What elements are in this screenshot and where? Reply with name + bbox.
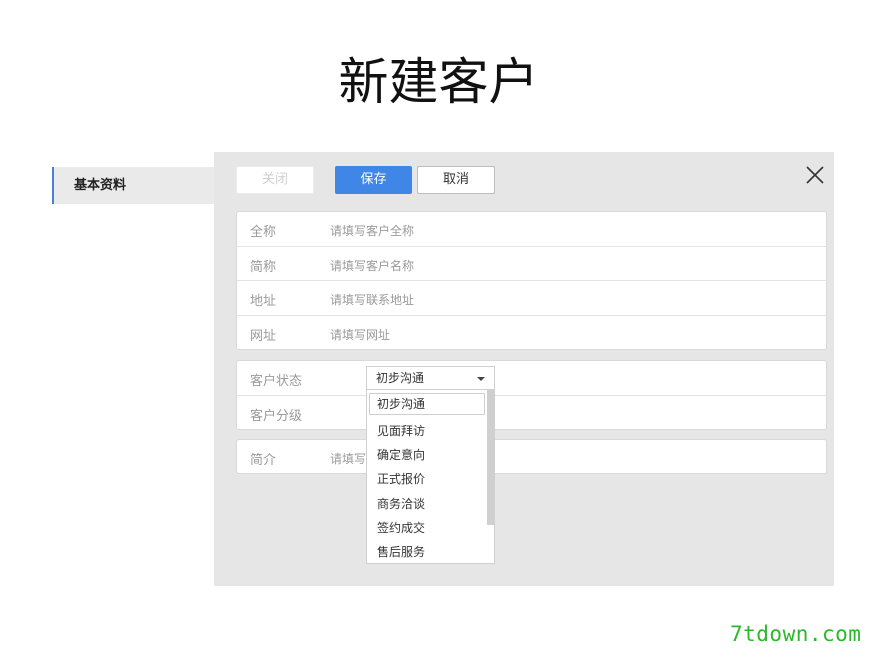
- close-icon[interactable]: [804, 164, 826, 186]
- field-row-website: 网址 请填写网址: [237, 316, 826, 351]
- basic-info-card: 全称 请填写客户全称 简称 请填写客户名称 地址 请填写联系地址 网址 请填写网…: [236, 211, 827, 350]
- website-input[interactable]: 请填写网址: [330, 326, 390, 343]
- caret-down-icon: [477, 377, 485, 381]
- grade-label: 客户分级: [250, 408, 303, 424]
- dropdown-scrollbar[interactable]: [487, 390, 494, 525]
- status-select-value: 初步沟通: [376, 371, 425, 385]
- fullname-input[interactable]: 请填写客户全称: [330, 222, 414, 239]
- dropdown-option[interactable]: 售后服务: [377, 543, 425, 560]
- dropdown-option[interactable]: 见面拜访: [377, 422, 425, 439]
- field-row-intro: 简介 请填写: [237, 440, 826, 475]
- intro-input[interactable]: 请填写: [330, 450, 366, 467]
- cancel-button[interactable]: 取消: [417, 166, 495, 194]
- dropdown-option[interactable]: 正式报价: [377, 470, 425, 487]
- status-dropdown: 初步沟通 见面拜访 确定意向 正式报价 商务洽谈 签约成交 售后服务: [366, 389, 495, 564]
- sidebar-tab-basic-info[interactable]: 基本资料: [52, 167, 214, 204]
- field-row-fullname: 全称 请填写客户全称: [237, 212, 826, 247]
- intro-label: 简介: [250, 453, 277, 468]
- dropdown-option[interactable]: 初步沟通: [369, 393, 485, 415]
- field-label: 全称: [250, 225, 277, 240]
- dropdown-option[interactable]: 签约成交: [377, 519, 425, 536]
- address-input[interactable]: 请填写联系地址: [330, 291, 414, 308]
- watermark: 7tdown.com: [730, 622, 862, 646]
- status-select[interactable]: 初步沟通: [366, 366, 495, 391]
- field-label: 简称: [250, 259, 277, 275]
- dropdown-option[interactable]: 确定意向: [377, 446, 425, 463]
- intro-card: 简介 请填写: [236, 439, 827, 474]
- page-title: 新建客户: [338, 53, 539, 111]
- shortname-input[interactable]: 请填写客户名称: [330, 257, 414, 274]
- field-row-grade: 客户分级: [237, 396, 826, 431]
- save-button[interactable]: 保存: [335, 166, 412, 194]
- dropdown-option[interactable]: 商务洽谈: [377, 495, 425, 512]
- status-label: 客户状态: [250, 374, 303, 389]
- close-button[interactable]: 关闭: [236, 166, 314, 194]
- field-label: 地址: [250, 294, 277, 309]
- field-label: 网址: [250, 328, 277, 344]
- field-row-address: 地址 请填写联系地址: [237, 281, 826, 316]
- field-row-status: 客户状态: [237, 361, 826, 396]
- form-panel: 关闭 保存 取消 全称 请填写客户全称 简称 请填写客户名称 地址 请填写联系地…: [214, 152, 834, 586]
- field-row-shortname: 简称 请填写客户名称: [237, 247, 826, 281]
- status-card: 客户状态 客户分级: [236, 360, 827, 430]
